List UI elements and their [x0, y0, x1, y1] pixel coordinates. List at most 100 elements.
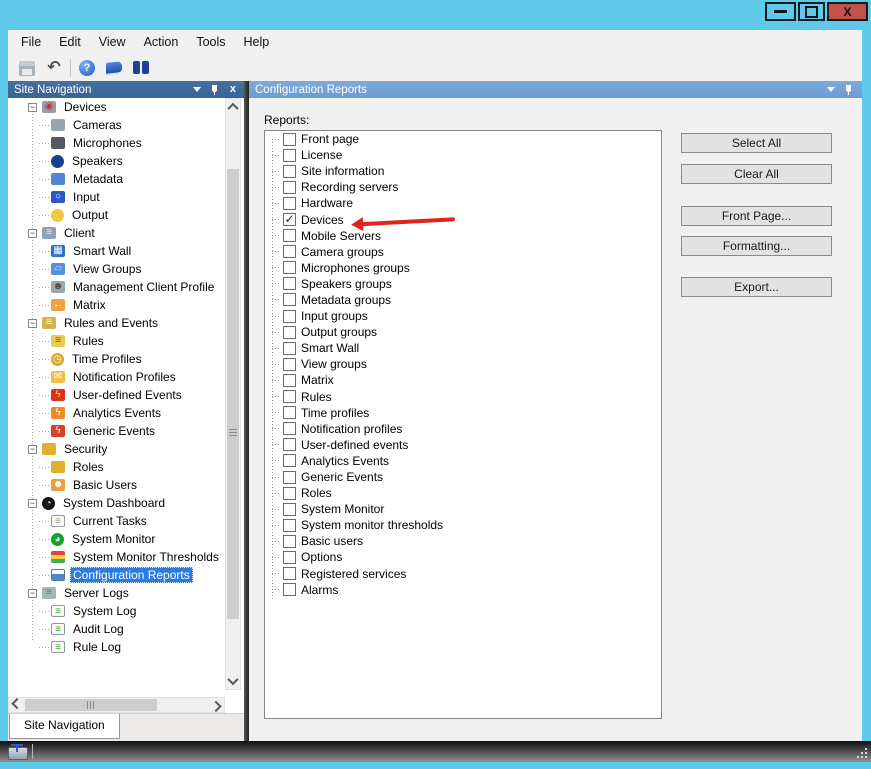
- report-checkbox-row-output-groups[interactable]: Output groups: [265, 324, 661, 340]
- unchecked-checkbox[interactable]: [283, 149, 296, 162]
- resize-grip-icon[interactable]: [857, 748, 867, 758]
- sidebar-item-audit-log[interactable]: ≡Audit Log: [8, 620, 225, 638]
- tree-vertical-scrollbar[interactable]: [225, 98, 241, 690]
- sidebar-item-user-defined-events[interactable]: ϟUser-defined Events: [8, 386, 225, 404]
- unchecked-checkbox[interactable]: [283, 374, 296, 387]
- sidebar-item-client[interactable]: −≡Client: [8, 224, 225, 242]
- menu-edit[interactable]: Edit: [50, 30, 90, 55]
- unchecked-checkbox[interactable]: [283, 133, 296, 146]
- report-checkbox-row-rules[interactable]: Rules: [265, 389, 661, 405]
- collapse-box-icon[interactable]: −: [28, 445, 37, 454]
- unchecked-checkbox[interactable]: [283, 197, 296, 210]
- unchecked-checkbox[interactable]: [283, 535, 296, 548]
- scroll-left-icon[interactable]: [10, 698, 24, 712]
- sidebar-item-basic-users[interactable]: ☻Basic Users: [8, 476, 225, 494]
- report-checkbox-row-user-defined-events[interactable]: User-defined events: [265, 437, 661, 453]
- export-button[interactable]: Export...: [681, 277, 832, 297]
- unchecked-checkbox[interactable]: [283, 583, 296, 596]
- report-checkbox-row-time-profiles[interactable]: Time profiles: [265, 405, 661, 421]
- unchecked-checkbox[interactable]: [283, 406, 296, 419]
- documentation-button[interactable]: [105, 59, 123, 77]
- report-checkbox-row-basic-users[interactable]: Basic users: [265, 533, 661, 549]
- collapse-arrow-icon[interactable]: [827, 87, 835, 92]
- sidebar-item-roles[interactable]: Roles: [8, 458, 225, 476]
- sidebar-item-security[interactable]: −Security: [8, 440, 225, 458]
- horizontal-scroll-thumb[interactable]: [25, 699, 157, 711]
- report-checkbox-row-analytics-events[interactable]: Analytics Events: [265, 453, 661, 469]
- minimize-button[interactable]: [765, 2, 796, 21]
- unchecked-checkbox[interactable]: [283, 567, 296, 580]
- menu-view[interactable]: View: [90, 30, 135, 55]
- tab-site-navigation[interactable]: Site Navigation: [9, 714, 120, 739]
- sidebar-item-configuration-reports[interactable]: Configuration Reports: [8, 566, 225, 584]
- report-checkbox-row-system-monitor-thresholds[interactable]: System monitor thresholds: [265, 517, 661, 533]
- report-checkbox-row-hardware[interactable]: Hardware: [265, 195, 661, 211]
- report-checkbox-row-notification-profiles[interactable]: Notification profiles: [265, 421, 661, 437]
- report-checkbox-row-metadata-groups[interactable]: Metadata groups: [265, 292, 661, 308]
- report-checkbox-row-generic-events[interactable]: Generic Events: [265, 469, 661, 485]
- sidebar-item-microphones[interactable]: Microphones: [8, 134, 225, 152]
- unchecked-checkbox[interactable]: [283, 503, 296, 516]
- help-button[interactable]: ?: [78, 59, 96, 77]
- panel-close-icon[interactable]: x: [230, 84, 236, 95]
- unchecked-checkbox[interactable]: [283, 165, 296, 178]
- unchecked-checkbox[interactable]: [283, 438, 296, 451]
- save-button[interactable]: [18, 59, 36, 77]
- maximize-button[interactable]: [798, 2, 825, 21]
- sidebar-item-devices[interactable]: −◉Devices: [8, 98, 225, 116]
- collapse-box-icon[interactable]: −: [28, 103, 37, 112]
- front-page-button[interactable]: Front Page...: [681, 206, 832, 226]
- unchecked-checkbox[interactable]: [283, 471, 296, 484]
- report-checkbox-row-microphones-groups[interactable]: Microphones groups: [265, 260, 661, 276]
- scroll-down-icon[interactable]: [226, 674, 240, 688]
- vertical-scroll-thumb[interactable]: [227, 169, 239, 619]
- sidebar-item-server-logs[interactable]: −≡Server Logs: [8, 584, 225, 602]
- sidebar-item-rules-and-events[interactable]: −≡Rules and Events: [8, 314, 225, 332]
- unchecked-checkbox[interactable]: [283, 261, 296, 274]
- sidebar-item-matrix[interactable]: ←Matrix: [8, 296, 225, 314]
- collapse-arrow-icon[interactable]: [193, 87, 201, 92]
- unchecked-checkbox[interactable]: [283, 422, 296, 435]
- menu-help[interactable]: Help: [235, 30, 279, 55]
- report-checkbox-row-system-monitor[interactable]: System Monitor: [265, 501, 661, 517]
- report-checkbox-row-smart-wall[interactable]: Smart Wall: [265, 340, 661, 356]
- find-button[interactable]: [132, 59, 150, 77]
- unchecked-checkbox[interactable]: [283, 310, 296, 323]
- sidebar-item-rules[interactable]: ≡Rules: [8, 332, 225, 350]
- unchecked-checkbox[interactable]: [283, 229, 296, 242]
- checked-checkbox[interactable]: ✓: [283, 213, 296, 226]
- tree-horizontal-scrollbar[interactable]: [8, 697, 225, 713]
- unchecked-checkbox[interactable]: [283, 487, 296, 500]
- sidebar-item-output[interactable]: Output: [8, 206, 225, 224]
- unchecked-checkbox[interactable]: [283, 454, 296, 467]
- unchecked-checkbox[interactable]: [283, 326, 296, 339]
- unchecked-checkbox[interactable]: [283, 181, 296, 194]
- sidebar-item-system-monitor-thresholds[interactable]: System Monitor Thresholds: [8, 548, 225, 566]
- report-checkbox-row-registered-services[interactable]: Registered services: [265, 566, 661, 582]
- report-checkbox-row-recording-servers[interactable]: Recording servers: [265, 179, 661, 195]
- sidebar-item-speakers[interactable]: Speakers: [8, 152, 225, 170]
- undo-button[interactable]: ↶: [45, 59, 63, 77]
- sidebar-item-system-log[interactable]: ≡System Log: [8, 602, 225, 620]
- report-checkbox-row-speakers-groups[interactable]: Speakers groups: [265, 276, 661, 292]
- sidebar-item-input[interactable]: ○Input: [8, 188, 225, 206]
- report-checkbox-row-mobile-servers[interactable]: Mobile Servers: [265, 228, 661, 244]
- formatting-button[interactable]: Formatting...: [681, 236, 832, 256]
- collapse-box-icon[interactable]: −: [28, 499, 37, 508]
- unchecked-checkbox[interactable]: [283, 551, 296, 564]
- pin-icon[interactable]: [845, 84, 854, 96]
- unchecked-checkbox[interactable]: [283, 342, 296, 355]
- sidebar-item-metadata[interactable]: Metadata: [8, 170, 225, 188]
- collapse-box-icon[interactable]: −: [28, 229, 37, 238]
- sidebar-item-view-groups[interactable]: ▱View Groups: [8, 260, 225, 278]
- sidebar-item-time-profiles[interactable]: ◷Time Profiles: [8, 350, 225, 368]
- scroll-up-icon[interactable]: [226, 100, 240, 114]
- collapse-box-icon[interactable]: −: [28, 319, 37, 328]
- report-checkbox-row-alarms[interactable]: Alarms: [265, 582, 661, 598]
- menu-action[interactable]: Action: [135, 30, 188, 55]
- unchecked-checkbox[interactable]: [283, 293, 296, 306]
- sidebar-item-generic-events[interactable]: ϟGeneric Events: [8, 422, 225, 440]
- select-all-button[interactable]: Select All: [681, 133, 832, 153]
- scroll-right-icon[interactable]: [209, 698, 223, 712]
- report-checkbox-row-devices[interactable]: ✓Devices: [265, 211, 661, 227]
